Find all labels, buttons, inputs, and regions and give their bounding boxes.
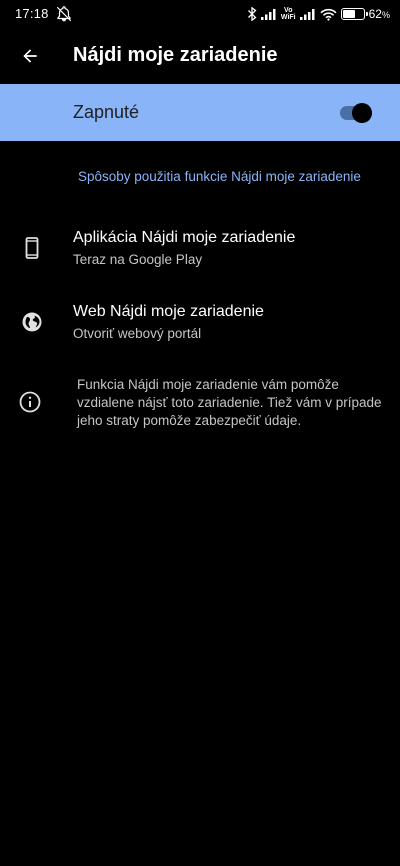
status-time: 17:18	[15, 6, 49, 21]
arrow-back-icon	[23, 49, 37, 63]
list-item-subtitle: Teraz na Google Play	[73, 252, 203, 267]
list-item-title: Web Nájdi moje zariadenie	[73, 303, 264, 320]
wifi-icon	[320, 8, 336, 21]
battery-percent: 62%	[368, 7, 390, 21]
page-title: Nájdi moje zariadenie	[73, 44, 278, 66]
main-switch-label: Zapnuté	[73, 102, 140, 122]
bluetooth-icon	[247, 7, 257, 21]
switch-thumb	[352, 103, 372, 123]
list-item-web[interactable]: Web Nájdi moje zariadenie Otvoriť webový…	[0, 296, 400, 352]
volte-label: Vo	[284, 7, 293, 14]
volte-wifi-indicator: Vo WiFi	[281, 7, 296, 21]
status-bar: 17:18 Vo WiFi 62%	[0, 0, 400, 28]
list-item-app[interactable]: Aplikácia Nájdi moje zariadenie Teraz na…	[0, 222, 400, 278]
battery-icon	[340, 8, 368, 20]
notifications-off-icon	[56, 6, 72, 22]
globe-icon	[22, 312, 42, 332]
info-description: Funkcia Nájdi moje zariadenie vám pomôže…	[77, 377, 382, 428]
section-header: Spôsoby použitia funkcie Nájdi moje zari…	[78, 169, 361, 184]
list-item-title: Aplikácia Nájdi moje zariadenie	[73, 229, 296, 246]
list-item-subtitle: Otvoriť webový portál	[73, 326, 202, 341]
main-switch-toggle[interactable]	[338, 101, 374, 125]
signal-icon	[260, 9, 276, 20]
wifi-calling-label: WiFi	[280, 14, 296, 21]
phone-icon	[25, 237, 39, 259]
signal-icon	[299, 9, 315, 20]
main-switch-row[interactable]: Zapnuté	[0, 84, 400, 141]
battery-level	[342, 10, 355, 18]
back-button[interactable]	[12, 38, 48, 74]
info-icon	[19, 391, 41, 413]
app-bar: Nájdi moje zariadenie	[0, 28, 400, 84]
